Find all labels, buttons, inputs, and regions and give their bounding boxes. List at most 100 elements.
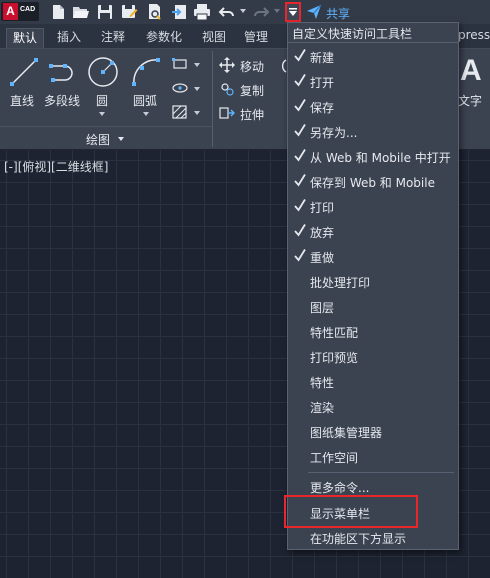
undo-dropdown[interactable] [240,9,246,14]
menu-item[interactable]: 打开 [288,69,458,94]
menu-item[interactable]: 渲染 [288,394,458,419]
menu-item[interactable]: 新建 [288,44,458,69]
menu-item[interactable]: 重做 [288,244,458,269]
chevron-down-icon [194,63,200,67]
polyline-icon [49,64,73,82]
arc-label[interactable]: 圆弧 [133,92,157,109]
menu-item[interactable]: 保存到 Web 和 Mobile [288,169,458,194]
menu-item-show-below-ribbon[interactable]: 在功能区下方显示 [288,525,458,550]
text-tool-icon[interactable]: A [460,54,482,88]
undo-button[interactable] [218,3,236,21]
tab-default[interactable]: 默认 [6,28,45,48]
share-icon [307,4,322,19]
open-button[interactable] [72,3,90,21]
polyline-tool[interactable] [47,56,79,88]
tab-annotate[interactable]: 注释 [101,28,125,48]
menu-item[interactable]: 从 Web 和 Mobile 中打开 [288,144,458,169]
chevron-down-icon [194,111,200,115]
menu-item[interactable]: 图纸集管理器 [288,419,458,444]
arc-dropdown[interactable] [143,112,149,116]
menu-item-label: 打开 [310,76,335,90]
redo-button[interactable] [252,3,270,21]
hatch-dropdown[interactable] [194,111,200,115]
tab-express[interactable]: press [458,28,490,42]
ellipse-dropdown[interactable] [194,87,200,91]
plot-preview-button[interactable] [146,3,164,21]
print-icon [194,4,210,21]
menu-item-label: 批处理打印 [310,276,371,290]
move-label[interactable]: 移动 [240,58,264,75]
stretch-icon [219,107,235,119]
menu-item[interactable]: 打印 [288,194,458,219]
new-button[interactable] [49,3,67,21]
rectangle-tool[interactable] [172,57,188,71]
arc-tool[interactable] [130,56,162,88]
app-logo[interactable]: A CAD [1,2,39,21]
customize-toolbar-button[interactable] [285,2,301,22]
menu-item-label: 重做 [310,251,335,265]
share-label: 共享 [326,7,351,21]
checkmark-icon [294,148,306,162]
rotate-icon [281,59,287,73]
export-icon [172,5,186,19]
circle-dropdown[interactable] [99,112,105,116]
stretch-label[interactable]: 拉伸 [240,106,264,123]
checkmark-icon [294,248,306,262]
tab-parametric[interactable]: 参数化 [146,28,182,48]
tab-insert[interactable]: 插入 [57,28,81,48]
quick-access-toolbar: A CAD 共享 [0,0,490,24]
stretch-tool[interactable] [219,105,235,121]
menu-item[interactable]: 特性 [288,369,458,394]
customize-toolbar-menu: 自定义快速访问工具栏 新建打开保存另存为... 从 Web 和 Mobile 中打… [287,22,459,550]
move-tool[interactable] [219,57,235,73]
circle-label[interactable]: 圆 [96,92,108,109]
draw-panel-footer[interactable]: 绘图 [0,126,212,148]
menu-item[interactable]: 打印预览 [288,344,458,369]
copy-label[interactable]: 复制 [240,82,264,99]
line-icon [10,58,38,86]
share-button[interactable]: 共享 [306,2,356,22]
line-label[interactable]: 直线 [10,92,34,109]
menu-item[interactable]: 另存为... [288,119,458,144]
ellipse-tool[interactable] [172,81,188,95]
export-button[interactable] [171,3,189,21]
rectangle-dropdown[interactable] [194,63,200,67]
menu-item-label: 更多命令... [310,481,370,495]
print-button[interactable] [193,3,211,21]
rotate-tool[interactable] [277,58,287,74]
checkmark-icon [294,73,306,87]
circle-tool[interactable] [86,55,120,89]
ribbon-panel-divider [212,51,213,147]
customize-dropdown-icon [289,8,297,16]
menu-item[interactable]: 图层 [288,294,458,319]
draw-panel-title: 绘图 [86,133,111,147]
line-tool[interactable] [8,56,40,88]
tab-manage[interactable]: 管理 [244,28,268,48]
copy-icon [221,83,234,96]
text-tool-label[interactable]: 文字 [458,92,482,109]
menu-item[interactable]: 放弃 [288,219,458,244]
menu-item-label: 特性匹配 [310,326,359,340]
hatch-tool[interactable] [172,105,188,119]
menu-item[interactable]: 工作空间 [288,444,458,469]
menu-item-label: 保存 [310,101,335,115]
menu-item[interactable]: 批处理打印 [288,269,458,294]
draw-panel-expand[interactable] [118,137,124,141]
menu-item-label: 图纸集管理器 [310,426,383,440]
save-button[interactable] [96,3,114,21]
move-icon [219,57,235,73]
polyline-label[interactable]: 多段线 [44,92,80,109]
arc-icon [132,58,160,86]
undo-icon [218,7,234,17]
copy-tool[interactable] [219,81,235,97]
open-icon [73,7,89,18]
menu-title: 自定义快速访问工具栏 [292,27,413,41]
tab-view[interactable]: 视图 [202,28,226,48]
checkmark-icon [294,123,306,137]
save-as-button[interactable] [120,3,138,21]
menu-item[interactable]: 特性匹配 [288,319,458,344]
redo-dropdown[interactable] [274,9,280,14]
viewport-controls-label[interactable]: [-][俯视][二维线框] [4,158,108,175]
menu-item[interactable]: 保存 [288,94,458,119]
menu-item-label: 渲染 [310,401,335,415]
